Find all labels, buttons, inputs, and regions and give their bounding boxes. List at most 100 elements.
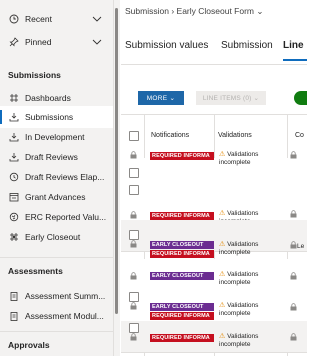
lock-icon: [290, 333, 297, 343]
warning-icon: ⚠: [219, 333, 226, 340]
sidebar-item-label: ERC Reported Valu...: [25, 212, 107, 222]
calendar-icon: [8, 192, 19, 203]
sidebar-item-assessment-summary[interactable]: Assessment Summ...: [0, 285, 113, 307]
main-panel: Submission › Early Closeout Form ⌄ Submi…: [121, 0, 307, 356]
validation-text-2: incomplete: [219, 341, 251, 348]
validation-status: ⚠ Validationsincomplete: [219, 271, 258, 287]
warning-icon: ⚠: [219, 210, 226, 217]
sidebar-item-draft-reviews-elapsed[interactable]: Draft Reviews Elap...: [0, 166, 113, 188]
validation-text-2: incomplete: [219, 310, 251, 317]
table-row[interactable]: [121, 189, 307, 221]
status-badge-required: REQUIRED INFORMA: [150, 334, 214, 342]
sidebar-item-label: Grant Advances: [25, 192, 86, 202]
sidebar: Recent Pinned Submissions Dashboards Sub…: [0, 0, 114, 356]
sidebar-item-label: In Development: [25, 132, 85, 142]
sidebar-item-label: Dashboards: [25, 93, 71, 103]
row-checkbox[interactable]: [129, 185, 139, 195]
lock-icon: [130, 151, 137, 161]
add-button[interactable]: [294, 91, 307, 105]
sidebar-item-assessment-module[interactable]: Assessment Modul...: [0, 305, 113, 327]
validation-text: Validations: [227, 241, 259, 248]
status-badge-required: REQUIRED INFORMA: [150, 250, 214, 258]
row-checkbox[interactable]: [129, 292, 139, 302]
validation-status: ⚠ Validationsincomplete: [219, 302, 258, 318]
sidebar-scrollbar-thumb[interactable]: [115, 8, 118, 314]
row-checkbox[interactable]: [129, 230, 139, 240]
table-row[interactable]: [121, 158, 307, 190]
select-all-checkbox[interactable]: [129, 131, 139, 141]
validation-status: ⚠ Validationsincomplete: [219, 333, 258, 349]
line-items-button[interactable]: LINE ITEMS (0) ⌄: [196, 91, 266, 105]
sidebar-item-in-development[interactable]: In Development: [0, 126, 113, 148]
lock-icon: [130, 272, 137, 282]
status-badge-required: REQUIRED INFORMA: [150, 312, 214, 320]
sidebar-item-recent[interactable]: Recent: [0, 8, 113, 30]
validation-text: Validations: [227, 151, 259, 158]
row-checkbox[interactable]: [129, 168, 139, 178]
column-header-validations[interactable]: Validations: [218, 132, 252, 139]
warning-icon: ⚠: [219, 241, 226, 248]
sidebar-item-submissions[interactable]: Submissions: [0, 106, 113, 128]
lock-icon: [290, 303, 297, 313]
validation-text-2: incomplete: [219, 159, 251, 166]
table-row[interactable]: [121, 290, 307, 322]
lock-icon: [290, 241, 297, 251]
breadcrumb-form[interactable]: Early Closeout Form: [177, 6, 254, 16]
more-button[interactable]: MORE ⌄: [138, 91, 184, 105]
submit-icon: [8, 132, 19, 143]
clock-icon: [8, 14, 19, 25]
column-header-notifications[interactable]: Notifications: [151, 132, 189, 139]
validation-text: Validations: [227, 333, 259, 340]
validation-status: ⚠ Validationsincomplete: [219, 151, 258, 167]
chevron-down-icon[interactable]: [92, 37, 102, 47]
validation-text: Validations: [227, 302, 259, 309]
grid-icon: [8, 232, 19, 243]
sidebar-item-pinned[interactable]: Pinned: [0, 31, 113, 53]
clipboard-icon: [8, 291, 19, 302]
table-row[interactable]: [121, 321, 307, 353]
status-badge-required: REQUIRED INFORMA: [150, 152, 214, 160]
clipboard-icon: [8, 311, 19, 322]
lock-icon: [290, 272, 297, 282]
dashboard-icon: [8, 93, 19, 104]
table-row[interactable]: [121, 220, 307, 252]
warning-icon: ⚠: [219, 302, 226, 309]
sidebar-item-erc-reported-values[interactable]: ERC Reported Valu...: [0, 206, 113, 228]
section-title-approvals: Approvals: [8, 340, 50, 350]
chevron-down-icon[interactable]: ⌄: [256, 6, 263, 16]
tab-submission[interactable]: Submission: [221, 40, 273, 51]
sidebar-item-label: Pinned: [25, 37, 52, 47]
breadcrumb-submission[interactable]: Submission: [125, 6, 169, 16]
table-row[interactable]: [121, 259, 307, 291]
warning-icon: ⚠: [219, 151, 226, 158]
command-bar: [121, 64, 307, 85]
tab-line-items[interactable]: Line it: [283, 40, 307, 51]
globe-icon: [8, 212, 19, 223]
sidebar-item-early-closeout[interactable]: Early Closeout: [0, 226, 113, 248]
validation-text: Validations: [227, 271, 259, 278]
sidebar-item-label: Recent: [25, 14, 52, 24]
status-badge-early-closeout: EARLY CLOSEOUT: [150, 303, 214, 311]
validation-text-2: incomplete: [219, 279, 251, 286]
sidebar-item-draft-reviews[interactable]: Draft Reviews: [0, 146, 113, 168]
validation-status: ⚠ Validationsincomplete: [219, 241, 258, 257]
tab-selected-indicator: [283, 59, 307, 61]
submit-icon: [8, 112, 19, 123]
validation-text: Validations: [227, 210, 259, 217]
section-title-submissions: Submissions: [8, 70, 61, 80]
warning-icon: ⚠: [219, 271, 226, 278]
column-header-co[interactable]: Co: [295, 132, 304, 139]
lock-icon: [130, 333, 137, 343]
sidebar-item-grant-advances[interactable]: Grant Advances: [0, 186, 113, 208]
status-badge-required: REQUIRED INFORMA: [150, 212, 214, 220]
tab-submission-values[interactable]: Submission values: [125, 40, 208, 51]
row-checkbox[interactable]: [129, 323, 139, 333]
divider: [0, 331, 113, 332]
status-badge-early-closeout: EARLY CLOSEOUT: [150, 272, 214, 280]
chevron-down-icon[interactable]: [92, 14, 102, 24]
lock-icon: [130, 302, 137, 312]
breadcrumb: Submission › Early Closeout Form ⌄: [125, 6, 264, 17]
sidebar-item-label: Submissions: [25, 112, 74, 122]
validation-text-2: incomplete: [219, 249, 251, 256]
pin-icon: [8, 37, 19, 48]
